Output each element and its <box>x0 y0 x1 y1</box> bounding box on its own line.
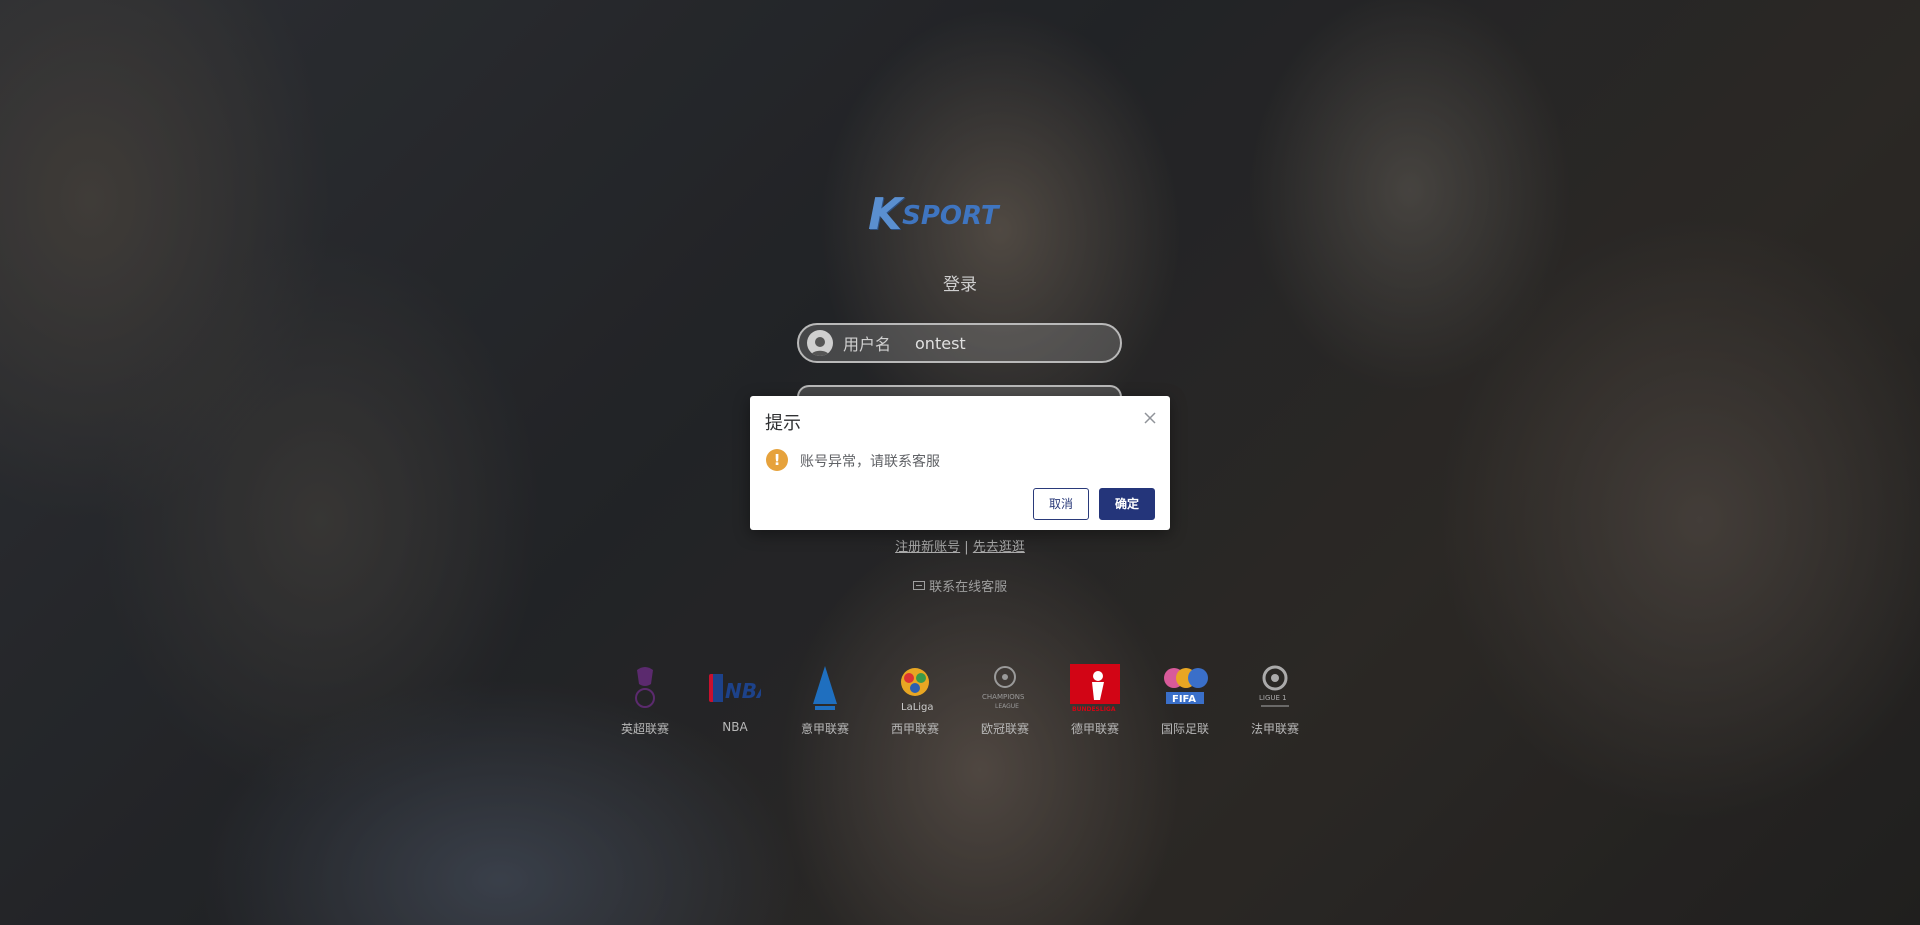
nba-icon: NBA <box>709 664 761 712</box>
logo-k: K <box>868 188 902 240</box>
browse-link[interactable]: 先去逛逛 <box>973 540 1025 555</box>
league-ucl[interactable]: CHAMPIONS LEAGUE 欧冠联赛 <box>965 664 1045 737</box>
warning-icon: ! <box>766 449 788 471</box>
league-name: 德甲联赛 <box>1070 722 1119 736</box>
svg-text:NBA: NBA <box>725 679 761 703</box>
user-icon <box>807 330 833 356</box>
username-value[interactable]: ontest <box>915 334 966 353</box>
logo-sport: SPORT <box>902 201 999 231</box>
league-name: 欧冠联赛 <box>980 722 1029 736</box>
svg-text:LaLiga: LaLiga <box>901 702 934 712</box>
svg-text:LIGUE 1: LIGUE 1 <box>1259 694 1287 702</box>
cancel-button[interactable]: 取消 <box>1033 488 1089 520</box>
svg-text:CHAMPIONS: CHAMPIONS <box>982 693 1025 701</box>
alert-dialog: 提示 ! 账号异常，请联系客服 取消 确定 <box>750 396 1170 530</box>
league-nba[interactable]: NBA NBA <box>695 664 775 734</box>
league-name: NBA <box>722 720 748 734</box>
league-premier[interactable]: 英超联赛 <box>605 664 685 737</box>
league-ligue1[interactable]: LIGUE 1 法甲联赛 <box>1235 664 1315 737</box>
account-links: 注册新账号 | 先去逛逛 <box>880 536 1040 555</box>
chat-icon <box>912 580 929 595</box>
bundesliga-icon: BUNDESLIGA <box>1069 664 1121 712</box>
league-name: 法甲联赛 <box>1250 722 1299 736</box>
svg-text:FIFA: FIFA <box>1172 694 1196 705</box>
confirm-button[interactable]: 确定 <box>1099 488 1155 520</box>
league-laliga[interactable]: LaLiga 西甲联赛 <box>875 664 955 737</box>
league-bundesliga[interactable]: BUNDESLIGA 德甲联赛 <box>1055 664 1135 737</box>
online-service-link[interactable]: 联系在线客服 <box>880 576 1040 595</box>
fifa-icon: FIFA <box>1159 664 1211 712</box>
premier-league-icon <box>619 664 671 712</box>
league-name: 意甲联赛 <box>800 722 849 736</box>
laliga-icon: LaLiga <box>889 664 941 712</box>
dialog-title: 提示 <box>765 413 801 434</box>
league-name: 西甲联赛 <box>890 722 939 736</box>
svg-text:LEAGUE: LEAGUE <box>995 703 1019 710</box>
service-label: 联系在线客服 <box>929 580 1008 595</box>
login-title: 登录 <box>943 275 977 295</box>
serie-a-icon <box>799 664 851 712</box>
link-separator: | <box>964 540 969 555</box>
champions-league-icon: CHAMPIONS LEAGUE <box>979 664 1031 712</box>
username-field[interactable]: 用户名 ontest <box>797 323 1122 363</box>
ksport-logo: K SPORT <box>868 189 1050 240</box>
league-seriea[interactable]: 意甲联赛 <box>785 664 865 737</box>
league-fifa[interactable]: FIFA 国际足联 <box>1145 664 1225 737</box>
ligue1-icon: LIGUE 1 <box>1249 664 1301 712</box>
league-name: 国际足联 <box>1160 722 1209 736</box>
league-list: 英超联赛 NBA NBA 意甲联赛 LaLiga <box>600 664 1320 744</box>
dialog-message: 账号异常，请联系客服 <box>800 454 940 470</box>
league-name: 英超联赛 <box>620 722 669 736</box>
svg-text:BUNDESLIGA: BUNDESLIGA <box>1072 706 1116 712</box>
username-label: 用户名 <box>843 335 892 354</box>
register-link[interactable]: 注册新账号 <box>895 540 960 555</box>
close-icon[interactable] <box>1142 410 1158 426</box>
